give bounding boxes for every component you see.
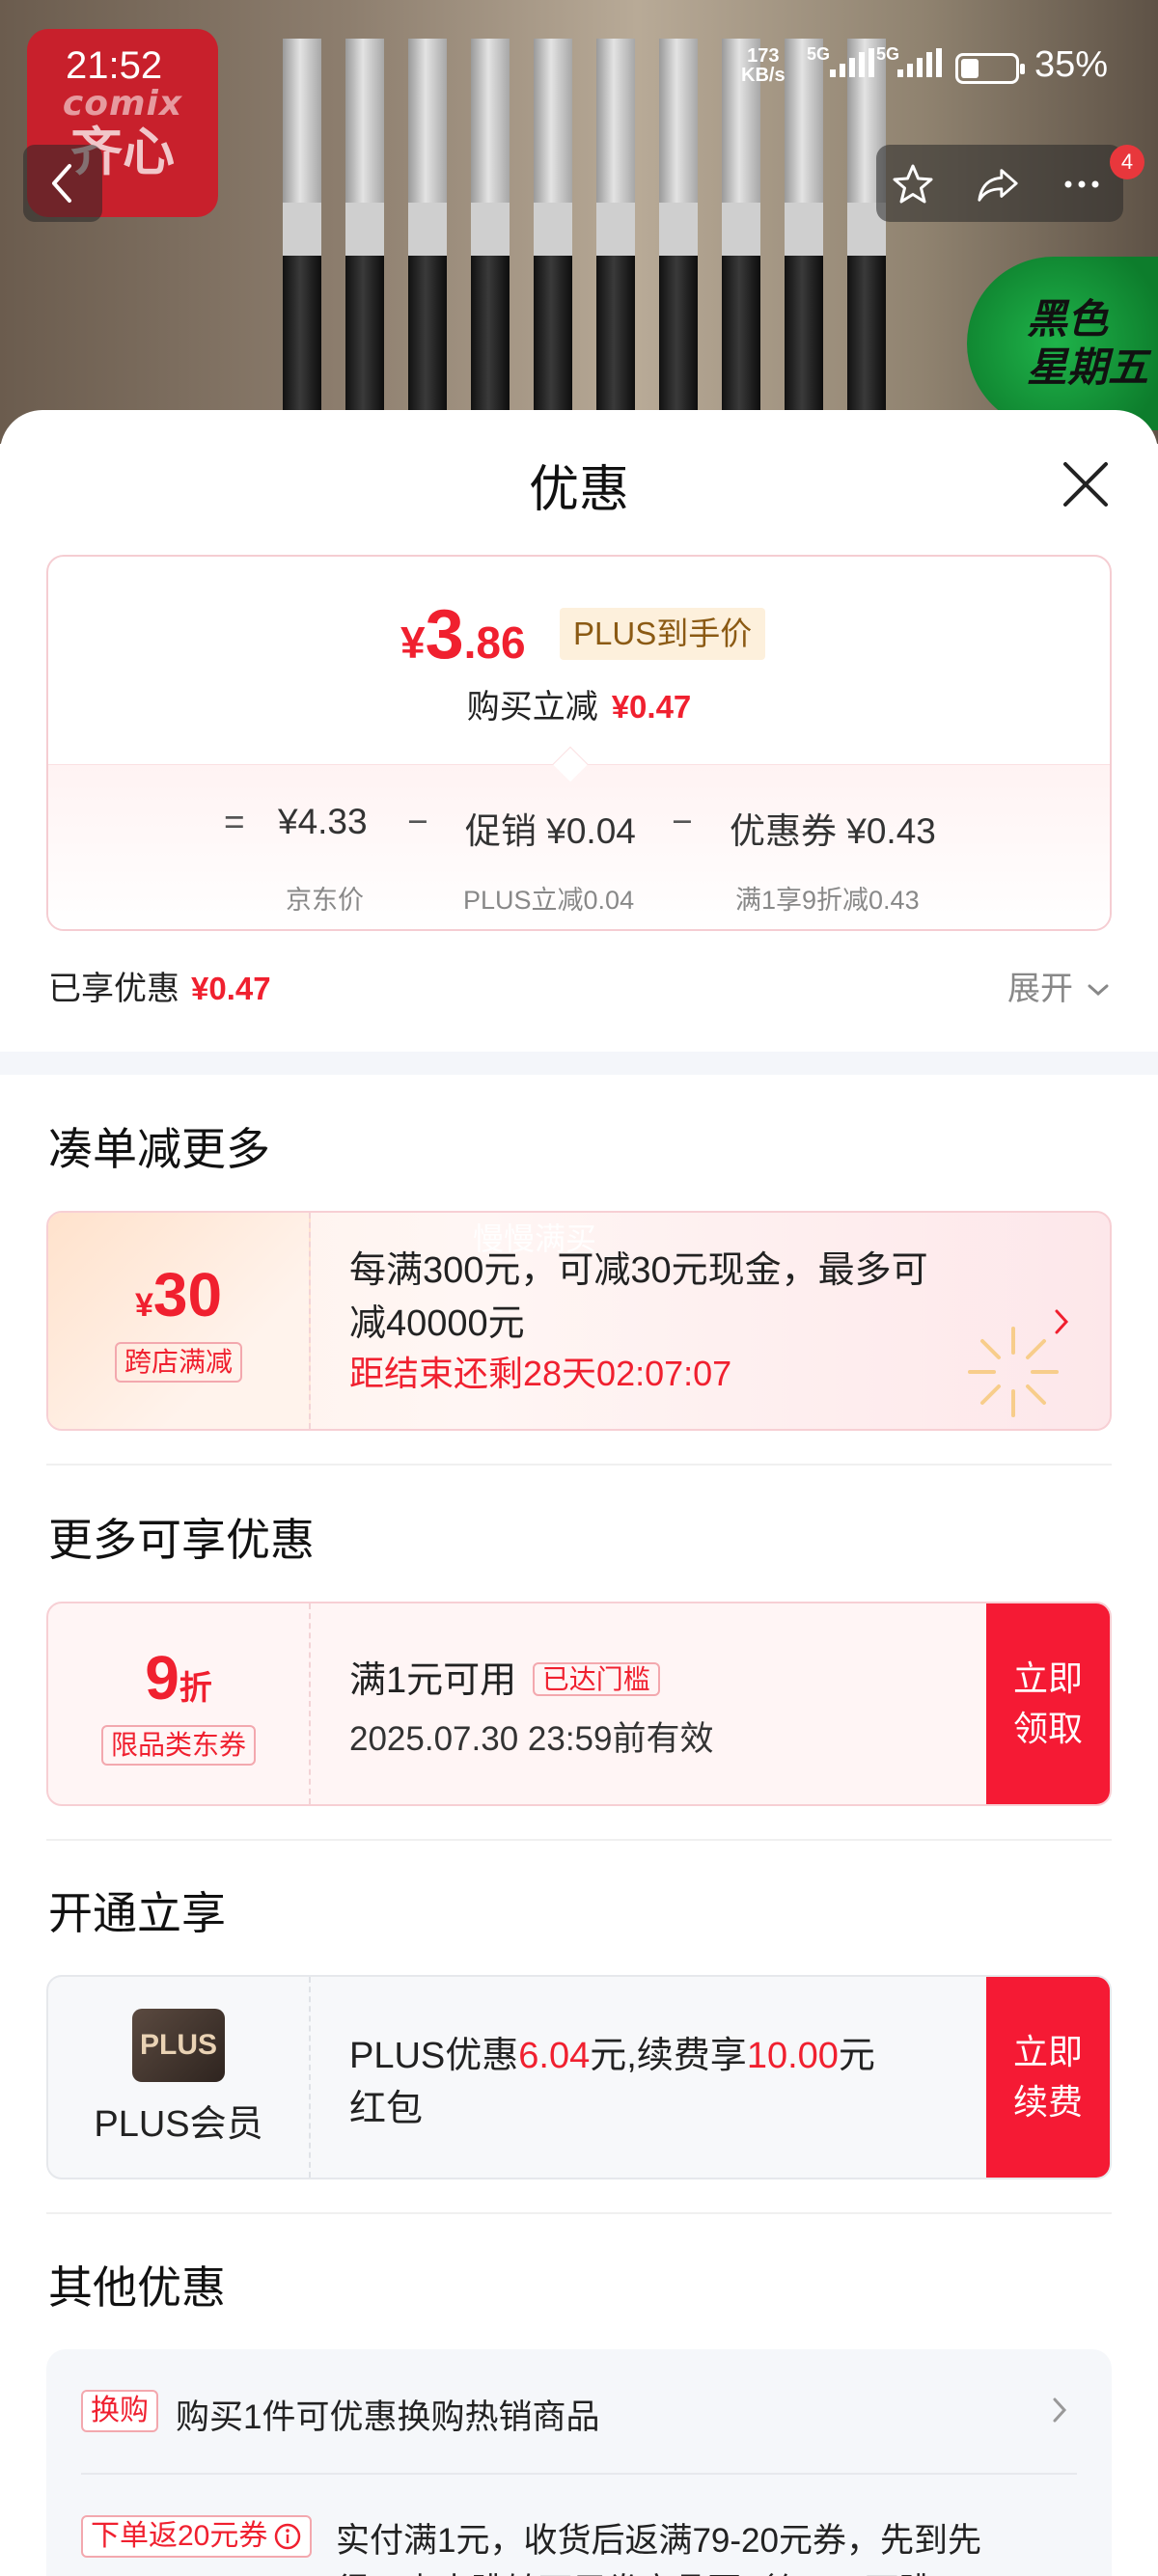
signal-icon xyxy=(830,48,874,77)
plus-member-label: PLUS会员 xyxy=(94,2103,263,2145)
plus-benefit-cont: 红包 xyxy=(349,2089,424,2129)
cross-store-discount-card[interactable]: ¥30 跨店满减 慢慢满买 每满300元，可减30元现金，最多可 减40000元… xyxy=(46,1211,1112,1431)
equals-sign: = xyxy=(224,802,245,841)
sheet-title: 优惠 xyxy=(528,462,629,518)
section-title: 凑单减更多 xyxy=(48,1124,270,1174)
other-offers-list: 换购 购买1件可优惠换购热销商品 下单返20元券 实付满1元，收货后返满79-2… xyxy=(46,2349,1112,2576)
minus-sign: − xyxy=(407,802,428,841)
plus-logo: PLUS xyxy=(132,2008,225,2082)
black-friday-badge[interactable]: 黑色 星期五 xyxy=(967,257,1158,430)
discount-rule: 每满300元，可减30元现金，最多可 xyxy=(349,1250,928,1291)
battery-icon xyxy=(955,53,1025,84)
top-actions xyxy=(876,145,1123,222)
final-price: ¥ 3 .86 xyxy=(400,596,526,673)
coupon-caption: 满1享9折减0.43 xyxy=(735,886,920,915)
signal-icon xyxy=(897,48,942,77)
expand-toggle[interactable]: 展开 xyxy=(1007,962,1111,1009)
price-breakdown-card: ¥ 3 .86 PLUS到手价 购买立减 ¥0.47 = ¥4.33 − 促销 ¥… xyxy=(46,555,1112,931)
instant-discount: 购买立减 ¥0.47 xyxy=(466,689,692,726)
section-title: 其他优惠 xyxy=(48,2262,226,2313)
pens-image xyxy=(275,39,893,444)
cashback-coupon-row[interactable]: 下单返20元券 实付满1元，收货后返满79-20元券，先到先 得，点击跳转可用券… xyxy=(46,2475,1112,2576)
divider xyxy=(46,2212,1112,2214)
category-coupon-card: 9折 限品类东券 满1元可用 已达门槛 2025.07.30 23:59前有效 … xyxy=(46,1602,1112,1806)
renew-plus-button[interactable]: 立即 续费 xyxy=(986,1977,1110,2178)
discount-rate: 9折 xyxy=(145,1643,212,1713)
minus-sign: − xyxy=(672,802,693,841)
clock: 21:52 xyxy=(66,44,163,87)
divider xyxy=(46,1839,1112,1841)
close-button[interactable] xyxy=(1060,458,1112,510)
coupon-validity: 2025.07.30 23:59前有效 xyxy=(349,1720,714,1758)
chevron-down-icon xyxy=(1088,984,1109,997)
plus-price-tag: PLUS到手价 xyxy=(560,608,766,660)
promo-amount: 促销 ¥0.04 xyxy=(465,811,636,851)
section-divider xyxy=(0,1052,1158,1075)
promo-caption: PLUS立减0.04 xyxy=(463,886,635,915)
cashback-text-cont: 得，点击跳转可用券商品页（仅app可跳 xyxy=(336,2563,932,2576)
jd-price: ¥4.33 xyxy=(278,802,368,841)
signal-label-2: 5G xyxy=(876,44,900,64)
category-coupon-tag: 限品类东券 xyxy=(100,1725,256,1766)
trade-in-text: 购买1件可优惠换购热销商品 xyxy=(176,2398,600,2436)
chevron-right-icon xyxy=(1055,1309,1069,1334)
chevron-right-icon xyxy=(1053,2398,1067,2423)
jd-price-caption: 京东价 xyxy=(286,886,364,915)
claim-coupon-button[interactable]: 立即 领取 xyxy=(986,1603,1110,1804)
divider xyxy=(46,1464,1112,1466)
coupon-condition: 满1元可用 已达门槛 xyxy=(349,1650,660,1703)
notification-badge: 4 xyxy=(1110,145,1144,179)
cashback-text: 实付满1元，收货后返满79-20元券，先到先 xyxy=(336,2522,981,2560)
close-icon xyxy=(1063,462,1108,507)
discount-amount: ¥30 xyxy=(134,1260,223,1329)
status-bar: 21:52 173 KB/s 5G 5G 35% xyxy=(0,37,1158,95)
back-button[interactable] xyxy=(23,145,102,222)
signal-label-1: 5G xyxy=(807,44,831,64)
cross-store-tag: 跨店满减 xyxy=(114,1342,242,1383)
star-icon[interactable] xyxy=(891,162,935,206)
net-speed: 173 KB/s xyxy=(741,45,786,86)
battery-percent: 35% xyxy=(1034,44,1109,85)
discount-sheet: 优惠 ¥ 3 .86 PLUS到手价 购买立减 ¥0.47 = ¥4.33 − 促… xyxy=(0,410,1158,2576)
trade-in-row[interactable]: 换购 购买1件可优惠换购热销商品 xyxy=(46,2349,1112,2473)
countdown: 距结束还剩28天02:07:07 xyxy=(349,1354,732,1393)
enjoyed-discount: 已享优惠 ¥0.47 xyxy=(48,971,271,1007)
threshold-reached-badge: 已达门槛 xyxy=(532,1662,660,1696)
chevron-left-icon xyxy=(52,164,71,203)
coupon-amount: 优惠券 ¥0.43 xyxy=(730,811,936,851)
more-icon[interactable] xyxy=(1060,162,1104,206)
section-title: 开通立享 xyxy=(48,1888,226,1938)
info-icon[interactable] xyxy=(273,2522,302,2551)
sparkle-icon xyxy=(968,1327,1059,1417)
section-title: 更多可享优惠 xyxy=(48,1515,315,1565)
share-icon[interactable] xyxy=(976,162,1020,206)
cashback-tag: 下单返20元券 xyxy=(81,2515,313,2558)
discount-rule-cont: 减40000元 xyxy=(349,1303,525,1344)
plus-membership-card: PLUS PLUS会员 PLUS优惠6.04元,续费享10.00元 红包 立即续… xyxy=(46,1975,1112,2179)
plus-benefit: PLUS优惠6.04元,续费享10.00元 xyxy=(349,2036,875,2076)
trade-in-tag: 换购 xyxy=(81,2390,158,2432)
